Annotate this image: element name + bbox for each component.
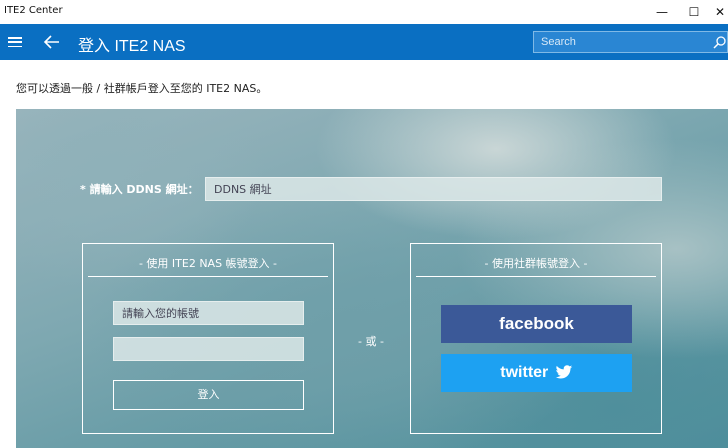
search-box[interactable]	[533, 31, 728, 53]
divider	[88, 276, 328, 277]
account-input[interactable]	[113, 301, 304, 325]
ddns-label: * 請輸入 DDNS 網址：	[80, 183, 199, 196]
twitter-login-button[interactable]: twitter	[441, 354, 632, 392]
social-login-title: - 使用社群帳號登入 -	[484, 257, 588, 270]
nas-login-title: - 使用 ITE2 NAS 帳號登入 -	[138, 257, 278, 270]
password-input[interactable]	[113, 337, 304, 361]
social-login-box: - 使用社群帳號登入 - facebook twitter	[410, 243, 662, 434]
close-button[interactable]: ✕	[698, 0, 728, 24]
twitter-bird-icon	[555, 365, 572, 379]
window-title-bar: ITE2 Center — ☐ ✕	[0, 0, 728, 24]
page-title: 登入 ITE2 NAS	[78, 38, 186, 55]
window-title: ITE2 Center	[4, 5, 63, 16]
nas-login-box: - 使用 ITE2 NAS 帳號登入 - 登入	[82, 243, 334, 434]
search-input[interactable]	[534, 32, 714, 52]
login-button[interactable]: 登入	[113, 380, 304, 410]
login-panel: * 請輸入 DDNS 網址： - 使用 ITE2 NAS 帳號登入 - 登入 -…	[16, 109, 728, 448]
back-arrow-icon[interactable]	[40, 30, 64, 54]
facebook-login-button[interactable]: facebook	[441, 305, 632, 343]
app-header: 登入 ITE2 NAS	[0, 24, 728, 60]
or-separator: - 或 -	[358, 335, 384, 348]
facebook-label: facebook	[499, 314, 574, 333]
divider	[416, 276, 656, 277]
ddns-url-input[interactable]	[205, 177, 662, 201]
twitter-label: twitter	[500, 364, 549, 381]
intro-text: 您可以透過一般 / 社群帳戶登入至您的 ITE2 NAS。	[16, 82, 268, 95]
search-icon[interactable]	[713, 35, 727, 49]
hamburger-icon[interactable]	[8, 37, 22, 48]
